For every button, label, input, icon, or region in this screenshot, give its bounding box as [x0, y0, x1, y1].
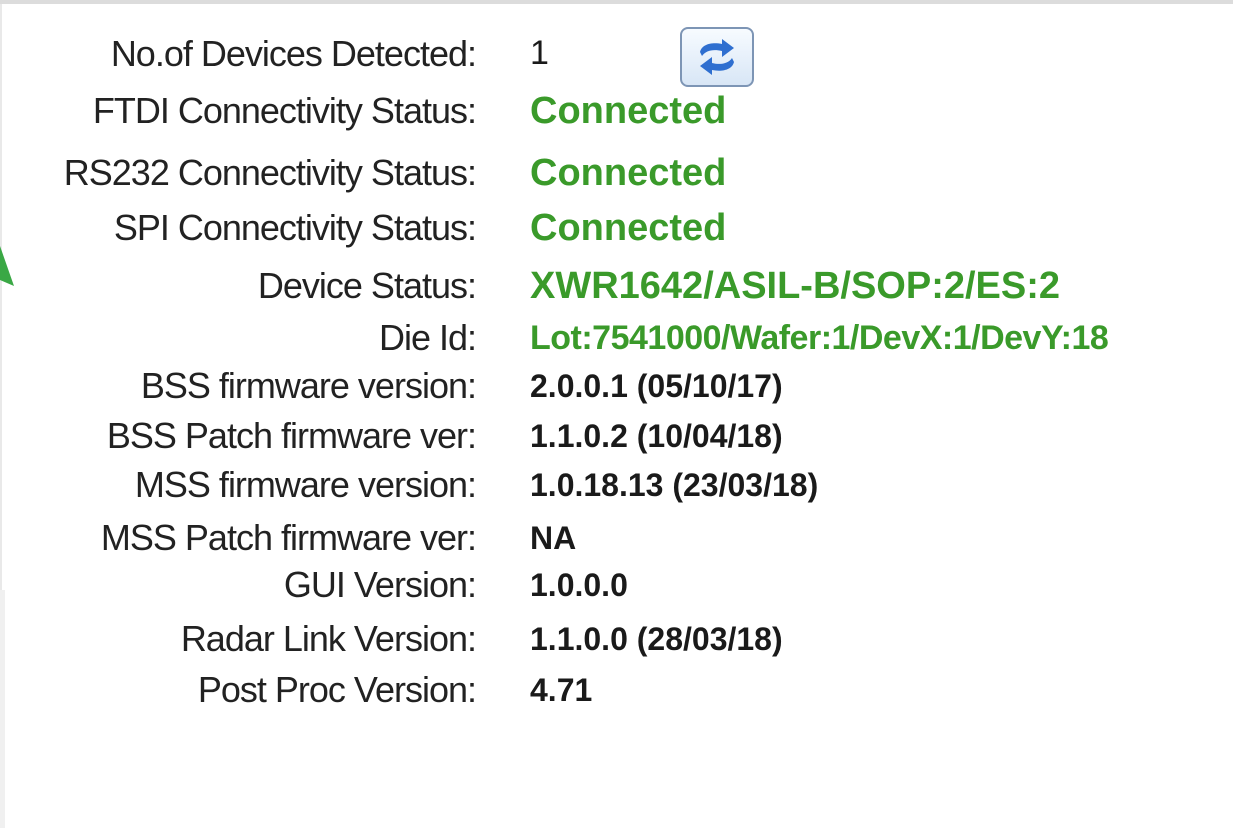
mss-patch-value: NA: [530, 520, 577, 556]
post-proc-row: Post Proc Version: 4.71: [0, 668, 1233, 724]
gui-version-row: GUI Version: 1.0.0.0: [0, 563, 1233, 619]
rs232-status-label: RS232 Connectivity Status:: [63, 152, 477, 193]
post-proc-label: Post Proc Version:: [197, 669, 477, 710]
rs232-status-value: Connected: [530, 152, 727, 194]
device-status-label: Device Status:: [257, 265, 477, 306]
post-proc-value: 4.71: [530, 672, 593, 708]
refresh-arrows-icon: [700, 39, 734, 75]
die-id-value: Lot:7541000/Wafer:1/DevX:1/DevY:18: [530, 319, 1109, 357]
refresh-button[interactable]: [680, 27, 754, 87]
mss-firmware-label: MSS firmware version:: [134, 464, 477, 505]
bss-patch-label: BSS Patch firmware ver:: [106, 415, 477, 456]
bss-patch-row: BSS Patch firmware ver: 1.1.0.2 (10/04/1…: [0, 414, 1233, 470]
devices-detected-value: 1: [530, 34, 549, 72]
radar-link-row: Radar Link Version: 1.1.0.0 (28/03/18): [0, 617, 1233, 673]
die-id-label: Die Id:: [378, 317, 477, 358]
window-top-edge: [0, 0, 1233, 4]
ftdi-status-label: FTDI Connectivity Status:: [92, 90, 477, 131]
device-status-value: XWR1642/ASIL-B/SOP:2/ES:2: [530, 265, 1061, 307]
ftdi-status-value: Connected: [530, 90, 727, 132]
device-status-row: Device Status: XWR1642/ASIL-B/SOP:2/ES:2: [0, 264, 1233, 320]
gui-version-value: 1.0.0.0: [530, 567, 628, 603]
spi-status-row: SPI Connectivity Status: Connected: [0, 206, 1233, 262]
radar-link-label: Radar Link Version:: [180, 618, 477, 659]
devices-detected-row: No.of Devices Detected: 1: [0, 32, 1233, 88]
spi-status-value: Connected: [530, 207, 727, 249]
bss-patch-value: 1.1.0.2 (10/04/18): [530, 418, 783, 454]
mss-patch-label: MSS Patch firmware ver:: [100, 517, 477, 558]
bss-firmware-value: 2.0.0.1 (05/10/17): [530, 368, 783, 404]
mss-firmware-value: 1.0.18.13 (23/03/18): [530, 467, 819, 503]
gui-version-label: GUI Version:: [283, 564, 477, 605]
ftdi-status-row: FTDI Connectivity Status: Connected: [0, 89, 1233, 145]
spi-status-label: SPI Connectivity Status:: [113, 207, 477, 248]
rs232-status-row: RS232 Connectivity Status: Connected: [0, 151, 1233, 207]
radar-link-value: 1.1.0.0 (28/03/18): [530, 621, 783, 657]
mss-firmware-row: MSS firmware version: 1.0.18.13 (23/03/1…: [0, 463, 1233, 519]
bss-firmware-label: BSS firmware version:: [140, 365, 477, 406]
devices-detected-label: No.of Devices Detected:: [110, 33, 477, 74]
bss-firmware-row: BSS firmware version: 2.0.0.1 (05/10/17): [0, 364, 1233, 420]
